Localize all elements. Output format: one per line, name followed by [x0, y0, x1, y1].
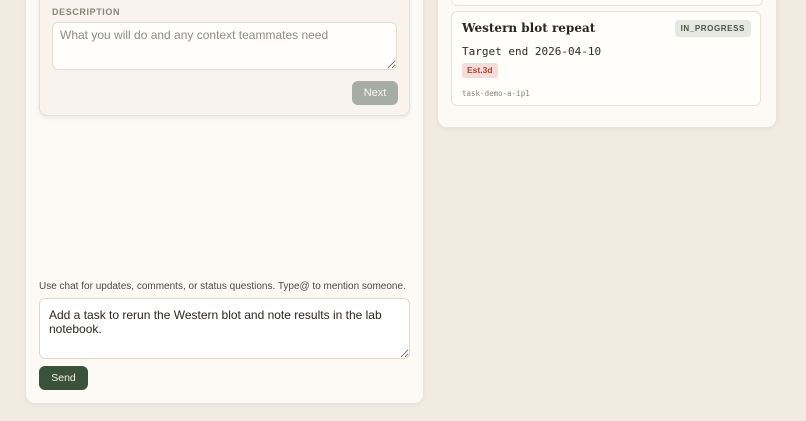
task-card[interactable]: Western blot repeat IN_PROGRESS Target e… [451, 11, 761, 106]
task-title: Western blot repeat [462, 21, 596, 35]
chat-panel: DESCRIPTION Next Use chat for updates, c… [25, 0, 424, 404]
next-button[interactable]: Next [352, 81, 398, 105]
send-button[interactable]: Send [39, 366, 88, 390]
tasks-panel: Western blot repeat IN_PROGRESS Target e… [437, 0, 777, 128]
new-task-form: DESCRIPTION Next [39, 0, 410, 116]
chat-hint-text: Use chat for updates, comments, or statu… [39, 281, 406, 292]
status-badge: IN_PROGRESS [674, 20, 751, 37]
previous-task-card[interactable] [451, 0, 763, 6]
description-label: DESCRIPTION [52, 7, 121, 17]
chat-message-input[interactable] [39, 298, 410, 359]
task-target-end: Target end 2026-04-10 [462, 45, 602, 58]
task-id: task-demo-a-ip1 [462, 89, 530, 98]
description-textarea[interactable] [52, 22, 397, 70]
estimate-badge: Est.3d [462, 63, 498, 78]
